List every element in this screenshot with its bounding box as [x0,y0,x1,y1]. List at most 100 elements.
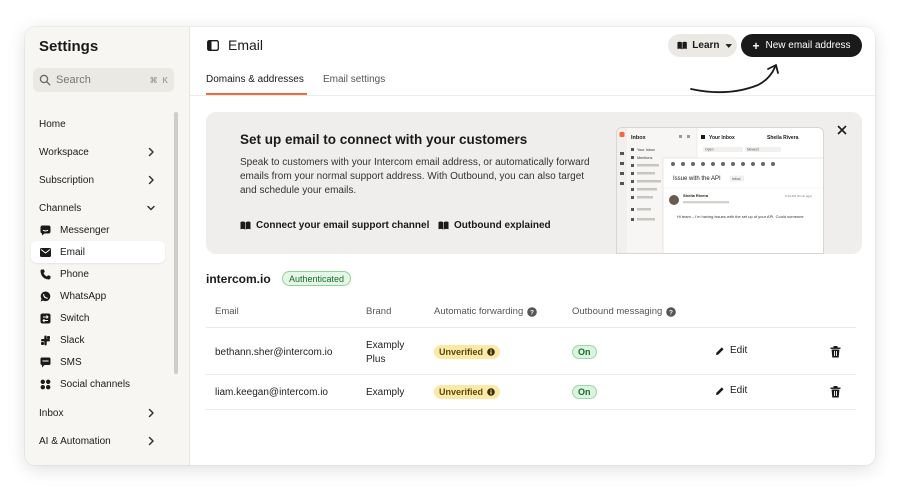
unverified-badge: Unverified [434,385,501,399]
sidebar-item-messenger[interactable]: Messenger [31,219,165,241]
info-icon [487,348,495,356]
sidebar-item-sms[interactable]: SMS [31,351,165,373]
shortcut-cmd: ⌘ [149,75,158,85]
learn-label: Learn [692,40,720,51]
sidebar-scrollbar[interactable] [174,112,178,374]
authenticated-badge: Authenticated [282,271,352,286]
edit-button[interactable]: Edit [715,385,747,396]
svg-text:?: ? [669,309,673,316]
book-icon [240,221,251,230]
connect-email-label: Connect your email support channel [256,220,430,231]
shortcut-key: K [162,75,168,85]
chevron-right-icon [148,175,154,185]
help-icon[interactable]: ? [666,306,677,317]
phone-icon [39,268,51,280]
preview-body: Hi team – I'm having issues with the set… [677,214,804,219]
outbound-explained-link[interactable]: Outbound explained [438,220,551,231]
sidebar-item-label: Phone [60,268,89,280]
sidebar-toggle-icon[interactable] [207,40,219,51]
sidebar-item-ai-automation[interactable]: AI & Automation [31,430,165,452]
sidebar-item-email[interactable]: Email [31,241,165,263]
chevron-right-icon [148,408,154,418]
unverified-label: Unverified [439,387,484,397]
table-row-brand-line2: Plus [366,354,386,365]
sidebar-item-label: Channels [39,202,82,214]
sms-icon [39,356,51,368]
search-placeholder: Search [56,74,91,86]
plus-icon: + [752,38,760,53]
learn-button[interactable]: Learn [668,34,737,57]
preview-your-inbox: Your Inbox [709,135,735,141]
col-header-email-label: Email [215,306,239,317]
new-email-label: New email address [765,40,851,51]
sidebar-item-label: SMS [60,356,82,368]
sidebar-item-workspace[interactable]: Workspace [31,141,165,163]
preview-sender: Sheila Rivera [683,193,709,198]
sidebar-item-label: WhatsApp [60,290,107,302]
messenger-icon [39,224,51,236]
social-grid-icon [39,378,51,390]
tab-domains-addresses[interactable]: Domains & addresses [206,74,304,85]
sidebar-item-label: Email [60,246,86,258]
sidebar-item-channels[interactable]: Channels [31,197,165,219]
book-icon [677,41,687,50]
sidebar-item-label: Slack [60,334,85,346]
sidebar-item-inbox[interactable]: Inbox [31,402,165,424]
sidebar-item-social-channels[interactable]: Social channels [31,373,165,395]
unverified-badge: Unverified [434,345,501,359]
search-input[interactable]: Search ⌘ K [33,68,174,92]
edit-label: Edit [730,385,748,396]
sidebar-item-switch[interactable]: Switch [31,307,165,329]
outbound-on-badge: On [572,345,597,359]
banner-description: Speak to customers with your Intercom em… [240,157,590,196]
inbox-preview-image: Inbox Your Inbox Mentions Your Inbox She… [616,127,824,254]
col-header-outbound-label: Outbound messaging [572,306,663,317]
chevron-right-icon [148,436,154,446]
preview-newest-filter: Newest [747,148,759,152]
preview-inbox: Inbox [631,135,647,141]
search-icon [39,74,51,86]
col-header-forwarding-label: Automatic forwarding [434,306,524,317]
outbound-explained-label: Outbound explained [454,220,551,231]
chevron-down-icon [147,205,155,211]
preview-open-filter: Open [705,148,714,152]
domain-name: intercom.io [206,272,271,286]
close-icon[interactable] [836,124,848,136]
unverified-label: Unverified [439,347,484,357]
sidebar-item-label: AI & Automation [39,435,111,447]
sidebar-item-phone[interactable]: Phone [31,263,165,285]
table-row-brand-line1: Examply [366,340,405,351]
table-divider [206,374,856,375]
info-icon [487,388,495,396]
caret-down-icon [724,43,732,48]
connect-email-link[interactable]: Connect your email support channel [240,220,429,231]
tab-email-settings[interactable]: Email settings [323,74,385,85]
outbound-on-badge: On [572,385,597,399]
col-header-brand: Brand [366,306,391,317]
svg-text:?: ? [530,309,534,316]
help-icon[interactable]: ? [527,306,538,317]
sidebar-item-label: Subscription [39,174,95,186]
table-row-email: bethann.sher@intercom.io [215,347,333,358]
sidebar-item-label: Switch [60,312,90,324]
sidebar-title: Settings [39,38,99,55]
sidebar-item-subscription[interactable]: Subscription [31,169,165,191]
preview-agent-name: Sheila Rivera [767,135,799,141]
new-email-address-button[interactable]: + New email address [741,34,862,57]
switch-icon [39,312,51,324]
trash-icon[interactable] [830,346,841,358]
sidebar-item-label: Workspace [39,146,89,158]
chevron-right-icon [148,147,154,157]
trash-icon[interactable] [830,386,841,398]
book-icon [438,221,449,230]
sidebar-item-whatsapp[interactable]: WhatsApp [31,285,165,307]
edit-button[interactable]: Edit [715,345,747,356]
col-header-brand-label: Brand [366,306,392,317]
sidebar-item-home[interactable]: Home [31,113,165,135]
sidebar-item-slack[interactable]: Slack [31,329,165,351]
col-header-forwarding: Automatic forwarding ? [434,306,538,317]
pencil-icon [716,346,724,355]
banner-title: Set up email to connect with your custom… [240,132,528,147]
preview-your-inbox-item: Your Inbox [637,148,655,152]
edit-label: Edit [730,345,748,356]
